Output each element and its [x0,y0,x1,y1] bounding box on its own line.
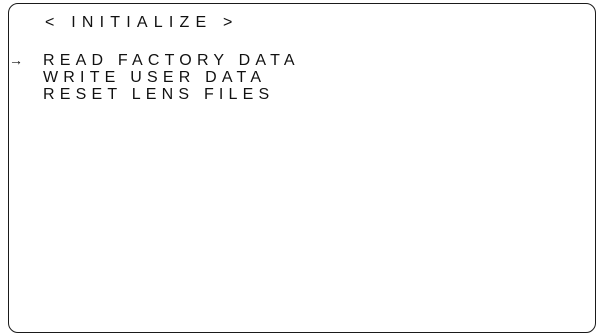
menu-item-read-factory-data[interactable]: → READ FACTORY DATA [9,52,295,69]
menu-item-label: WRITE USER DATA [43,69,267,86]
menu-title: < INITIALIZE > [45,14,239,31]
menu-screen: < INITIALIZE > → READ FACTORY DATA WRITE… [8,3,596,333]
menu-item-label: RESET LENS FILES [43,86,275,103]
menu-item-reset-lens-files[interactable]: RESET LENS FILES [9,86,269,103]
menu-item-label: READ FACTORY DATA [43,52,300,69]
menu-list: → READ FACTORY DATA WRITE USER DATA RESE… [9,52,295,103]
selection-arrow-icon: → [9,52,23,68]
menu-item-write-user-data[interactable]: WRITE USER DATA [9,69,261,86]
